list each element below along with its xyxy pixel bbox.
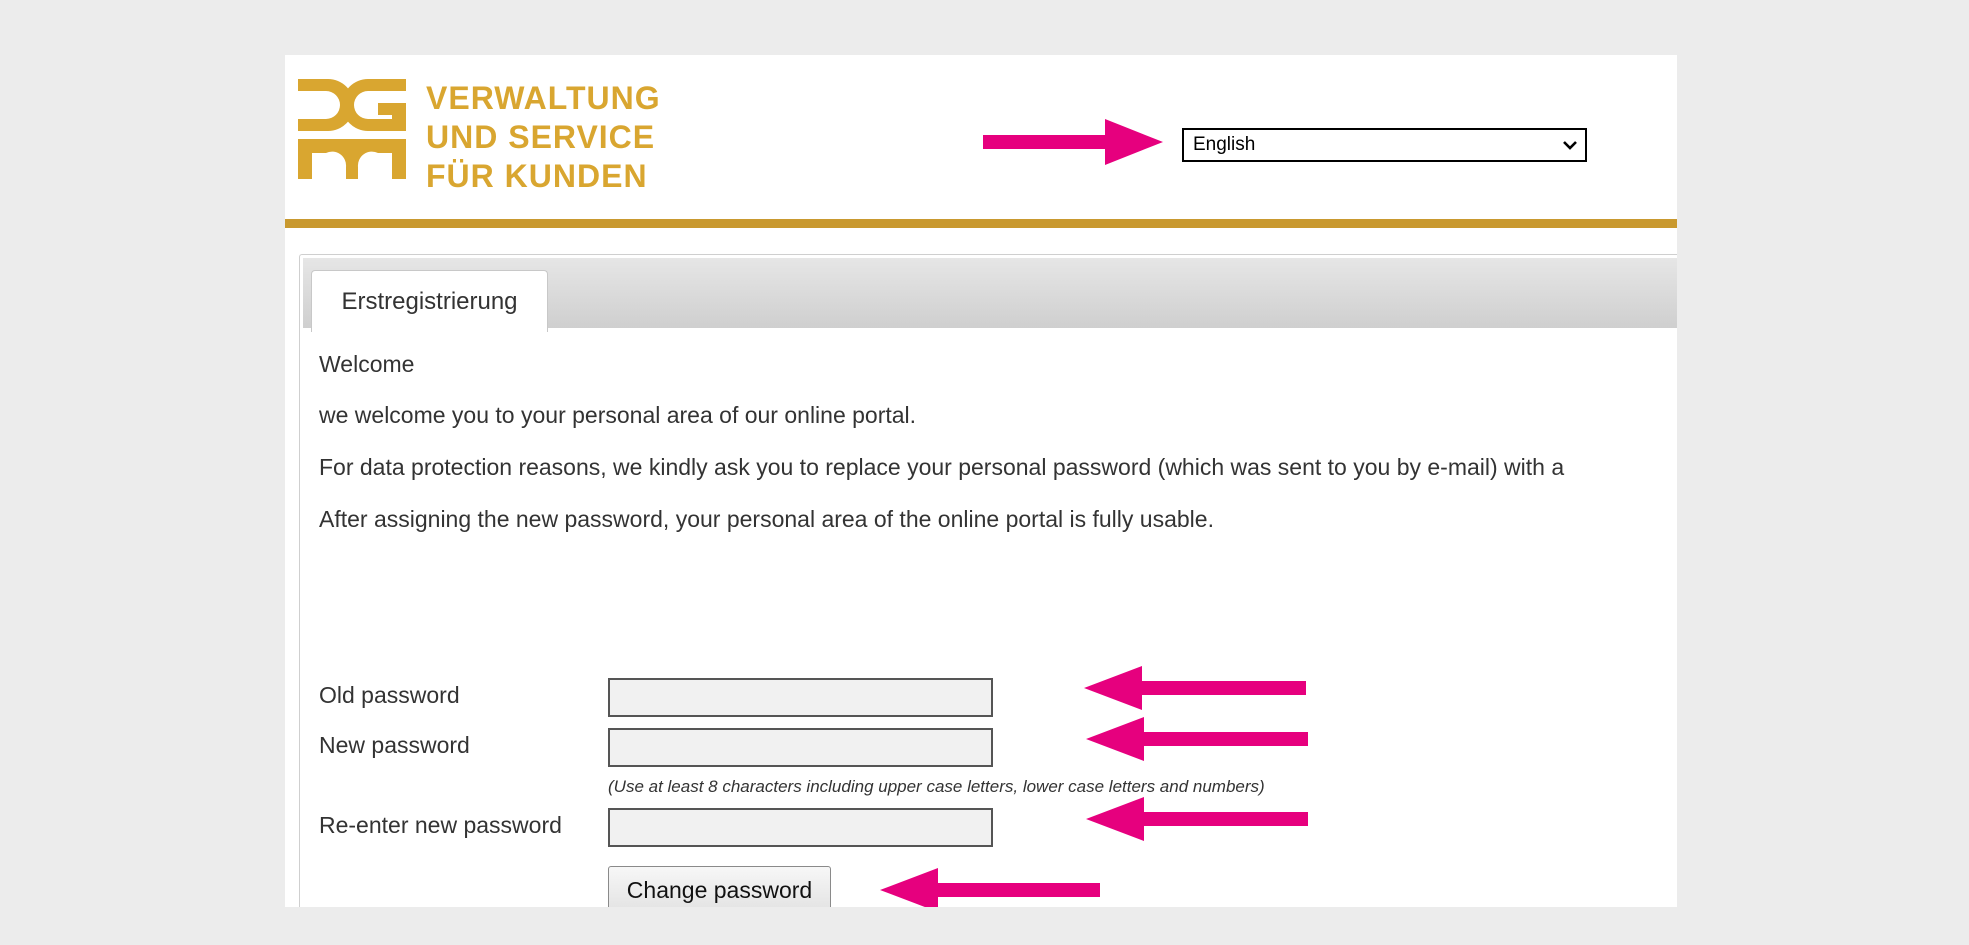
- company-logo: VERWALTUNG UND SERVICE FÜR KUNDEN: [298, 79, 660, 194]
- old-password-label: Old password: [319, 682, 460, 708]
- new-password-input[interactable]: [608, 728, 993, 767]
- header-divider: [285, 219, 1677, 228]
- language-select[interactable]: English: [1182, 128, 1587, 162]
- change-password-button[interactable]: Change password: [608, 866, 831, 907]
- tab-erstregistrierung[interactable]: Erstregistrierung: [311, 270, 548, 332]
- tab-panel: Erstregistrierung Welcome we welcome you…: [299, 254, 1677, 907]
- password-hint: (Use at least 8 characters including upp…: [608, 777, 1265, 796]
- old-password-input[interactable]: [608, 678, 993, 717]
- logo-wordmark: VERWALTUNG UND SERVICE FÜR KUNDEN: [426, 79, 661, 196]
- annotation-arrow-new-password: [1086, 717, 1308, 761]
- intro-line-3: After assigning the new password, your p…: [319, 506, 1214, 532]
- reenter-password-input[interactable]: [608, 808, 993, 847]
- intro-line-1: we welcome you to your personal area of …: [319, 402, 917, 428]
- logo-line-2: UND SERVICE: [426, 119, 656, 155]
- tab-strip: Erstregistrierung: [303, 258, 1677, 332]
- language-select-value: English: [1193, 134, 1256, 155]
- logo-line-3: FÜR KUNDEN: [426, 158, 648, 194]
- chevron-down-icon: [1555, 130, 1585, 160]
- new-password-label: New password: [319, 732, 470, 758]
- annotation-arrow-language: [983, 119, 1163, 165]
- registration-page: VERWALTUNG UND SERVICE FÜR KUNDEN Englis…: [285, 55, 1677, 907]
- annotation-arrow-reenter-password: [1086, 797, 1308, 841]
- welcome-heading: Welcome: [319, 351, 415, 377]
- annotation-arrow-old-password: [1084, 666, 1306, 710]
- logo-line-1: VERWALTUNG: [426, 80, 661, 116]
- reenter-password-label: Re-enter new password: [319, 812, 562, 838]
- intro-line-2: For data protection reasons, we kindly a…: [319, 454, 1565, 480]
- logo-mark: [298, 79, 406, 179]
- annotation-arrow-button: [880, 868, 1100, 907]
